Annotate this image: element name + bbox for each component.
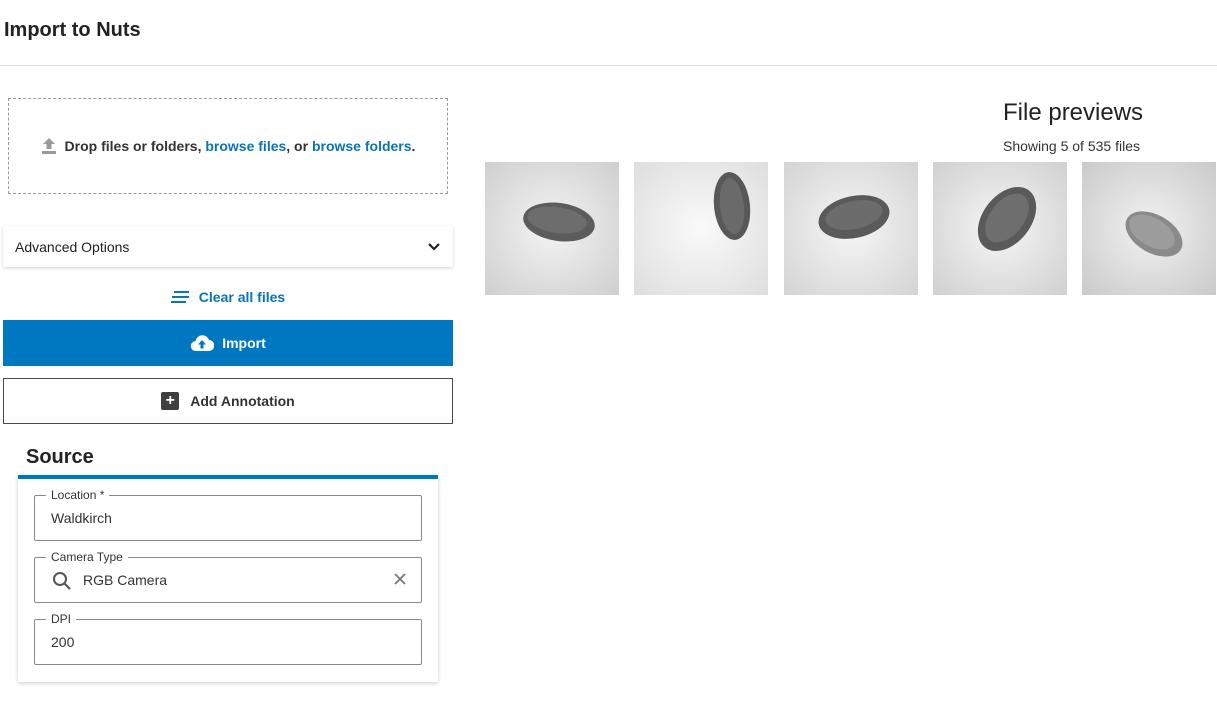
browse-folders-link[interactable]: browse folders xyxy=(312,138,412,154)
browse-files-link[interactable]: browse files xyxy=(205,138,286,154)
dpi-value[interactable]: 200 xyxy=(51,634,391,650)
upload-icon xyxy=(41,137,57,155)
add-annotation-button[interactable]: + Add Annotation xyxy=(3,378,453,424)
advanced-options-label: Advanced Options xyxy=(15,238,130,255)
dropzone-text-middle: , or xyxy=(286,138,309,154)
preview-thumbnail[interactable] xyxy=(784,162,918,295)
search-icon xyxy=(52,571,72,596)
preview-thumbnail[interactable] xyxy=(485,162,619,295)
source-section-title: Source xyxy=(26,446,94,468)
dpi-label: DPI xyxy=(46,612,77,626)
location-label: Location * xyxy=(46,488,110,502)
location-value[interactable]: Waldkirch xyxy=(51,510,391,526)
camera-type-value[interactable]: RGB Camera xyxy=(83,572,423,588)
preview-thumbnail[interactable] xyxy=(933,162,1067,295)
previews-count: Showing 5 of 535 files xyxy=(1003,138,1140,154)
plus-box-icon: + xyxy=(161,392,180,410)
source-card: Location * Waldkirch Camera Type RGB Cam… xyxy=(18,475,438,682)
clear-list-icon xyxy=(170,291,189,303)
preview-thumbnail[interactable] xyxy=(1082,162,1216,295)
add-annotation-label: Add Annotation xyxy=(190,393,295,409)
close-icon[interactable] xyxy=(393,572,407,591)
import-label: Import xyxy=(222,335,266,351)
camera-type-field[interactable]: Camera Type RGB Camera xyxy=(34,550,423,603)
clear-all-files-label: Clear all files xyxy=(198,289,286,305)
dpi-field[interactable]: DPI 200 xyxy=(34,612,422,665)
chevron-down-icon xyxy=(427,239,441,255)
camera-type-label: Camera Type xyxy=(46,550,128,564)
dropzone-text: Drop files or folders, xyxy=(64,138,202,154)
page-header: Import to Nuts xyxy=(0,0,1217,66)
clear-all-files-button[interactable]: Clear all files xyxy=(3,284,453,310)
advanced-options-toggle[interactable]: Advanced Options xyxy=(3,226,453,267)
location-field[interactable]: Location * Waldkirch xyxy=(34,488,422,541)
preview-thumbnail[interactable] xyxy=(634,162,768,295)
previews-title: File previews xyxy=(1003,99,1144,126)
cloud-upload-icon xyxy=(191,335,215,352)
dropzone-text-end: . xyxy=(411,138,416,154)
file-dropzone[interactable]: Drop files or folders, browse files, or … xyxy=(8,98,448,194)
page-title: Import to Nuts xyxy=(4,19,141,41)
import-button[interactable]: Import xyxy=(3,320,453,366)
